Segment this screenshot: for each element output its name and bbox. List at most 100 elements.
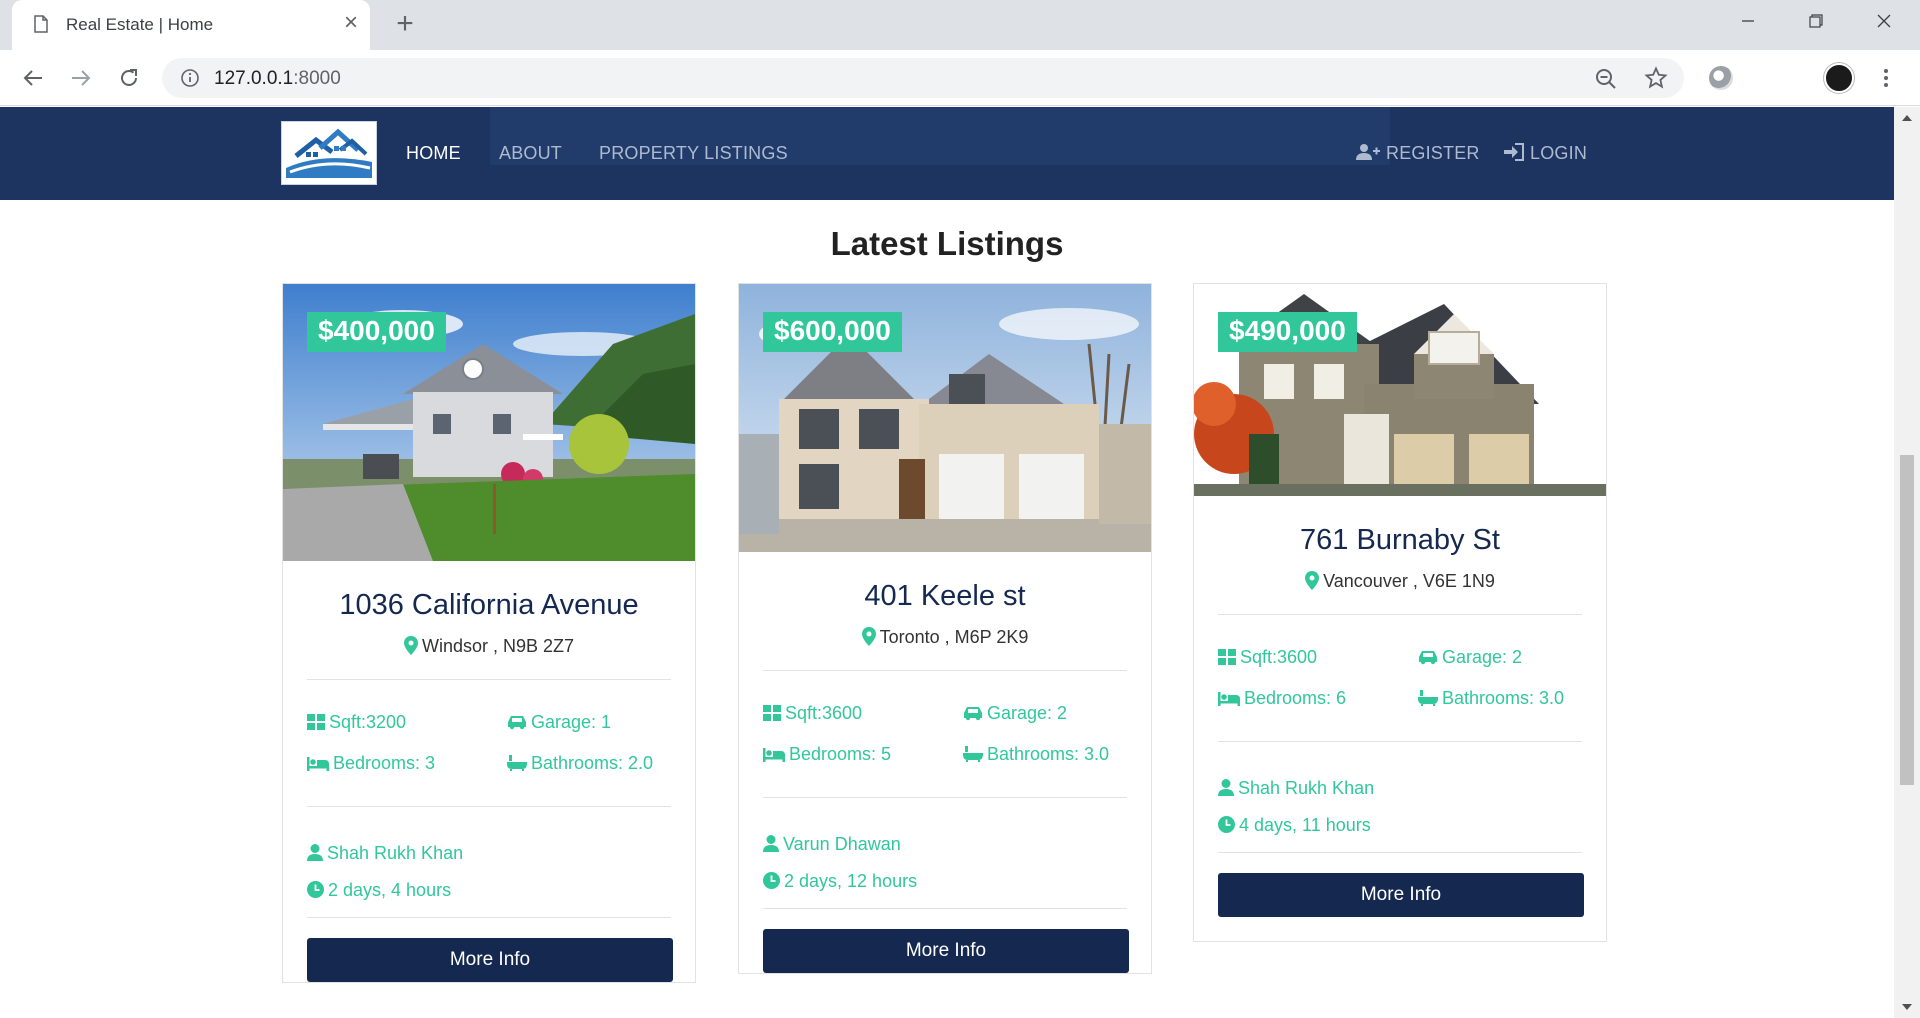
feature-bathrooms: Bathrooms: 3.0 <box>963 744 1133 765</box>
feature-garage-text: Garage: 2 <box>987 703 1068 723</box>
browser-menu-icon[interactable] <box>1874 63 1898 93</box>
page-icon <box>34 15 48 33</box>
feature-garage: Garage: 1 <box>507 712 677 733</box>
site-navbar: HOME ABOUT PROPERTY LISTINGS REGISTER LO… <box>0 107 1894 200</box>
listing-photo: $600,000 <box>739 284 1151 552</box>
feature-sqft: Sqft:3200 <box>307 712 507 733</box>
listing-title[interactable]: 761 Burnaby St <box>1218 524 1582 557</box>
map-marker-icon <box>861 627 876 646</box>
feature-bathrooms: Bathrooms: 2.0 <box>507 753 677 774</box>
listing-features: Sqft:3600 Garage: 2 Bedrooms: 6 Bathroom… <box>1218 647 1582 709</box>
divider <box>307 917 671 918</box>
listing-features: Sqft:3200 Garage: 1 Bedrooms: 3 Bathroom… <box>307 712 671 774</box>
listed-time-text: 2 days, 12 hours <box>784 871 918 891</box>
bookmark-star-icon[interactable] <box>1644 66 1668 90</box>
listing-location-text: Vancouver , V6E 1N9 <box>1323 571 1495 591</box>
clock-icon <box>307 881 324 898</box>
listing-location-text: Windsor , N9B 2Z7 <box>421 636 575 656</box>
car-icon <box>1419 651 1437 665</box>
price-badge: $400,000 <box>307 312 446 352</box>
listing-location: Vancouver , V6E 1N9 <box>1218 571 1582 592</box>
feature-bathrooms-text: Bathrooms: 2.0 <box>531 753 654 773</box>
listing-title[interactable]: 1036 California Avenue <box>307 589 671 622</box>
listing-meta: Varun Dhawan 2 days, 12 hours <box>763 834 1127 892</box>
minimize-icon[interactable] <box>1714 0 1782 42</box>
url-text: 127.0.0.1:8000 <box>214 68 341 90</box>
nav-register[interactable]: REGISTER <box>1356 143 1480 164</box>
nav-register-label: REGISTER <box>1386 143 1480 163</box>
nav-property-listings[interactable]: PROPERTY LISTINGS <box>599 143 788 164</box>
nav-about[interactable]: ABOUT <box>499 143 562 164</box>
listing-title[interactable]: 401 Keele st <box>763 580 1127 613</box>
site-info-icon[interactable] <box>180 68 200 88</box>
tab-close-icon[interactable]: × <box>338 10 364 36</box>
car-icon <box>508 716 526 730</box>
site-logo[interactable] <box>281 121 377 185</box>
th-large-icon <box>307 714 325 730</box>
browser-tab-strip: Real Estate | Home × + <box>0 0 1920 50</box>
feature-sqft: Sqft:3600 <box>1218 647 1418 668</box>
profile-avatar[interactable] <box>1824 63 1854 93</box>
listing-card: $490,000 761 Burnaby St Vancouver , V6E … <box>1193 283 1607 942</box>
scrollbar-thumb[interactable] <box>1900 455 1914 785</box>
more-info-button[interactable]: More Info <box>307 938 673 982</box>
zoom-out-icon[interactable] <box>1594 67 1618 91</box>
address-bar[interactable]: 127.0.0.1:8000 <box>162 58 1684 98</box>
divider <box>1218 614 1582 615</box>
nav-login-label: LOGIN <box>1530 143 1588 163</box>
browser-tab[interactable]: Real Estate | Home × <box>12 0 370 50</box>
listing-meta: Shah Rukh Khan 4 days, 11 hours <box>1218 778 1582 836</box>
divider <box>1218 852 1582 853</box>
feature-bedrooms-text: Bedrooms: 3 <box>333 753 436 773</box>
window-close-icon[interactable] <box>1850 0 1918 42</box>
feature-sqft: Sqft:3600 <box>763 703 963 724</box>
feature-bathrooms-text: Bathrooms: 3.0 <box>987 744 1110 764</box>
more-info-button[interactable]: More Info <box>763 929 1129 973</box>
user-icon <box>307 844 323 861</box>
realtor-name: Varun Dhawan <box>763 834 1127 855</box>
feature-garage-text: Garage: 1 <box>531 712 612 732</box>
page-viewport: HOME ABOUT PROPERTY LISTINGS REGISTER LO… <box>0 107 1894 1018</box>
more-info-button[interactable]: More Info <box>1218 873 1584 917</box>
listing-location-text: Toronto , M6P 2K9 <box>879 627 1029 647</box>
feature-bedrooms-text: Bedrooms: 5 <box>789 744 892 764</box>
realtor-name-text: Shah Rukh Khan <box>1238 778 1375 798</box>
realtor-name: Shah Rukh Khan <box>307 843 671 864</box>
nav-home[interactable]: HOME <box>406 143 461 164</box>
th-large-icon <box>763 705 781 721</box>
listing-card: $400,000 1036 California Avenue Windsor … <box>282 283 696 983</box>
scroll-up-arrow-icon[interactable] <box>1894 107 1920 129</box>
divider <box>307 806 671 807</box>
feature-garage: Garage: 2 <box>963 703 1133 724</box>
realtor-name-text: Shah Rukh Khan <box>327 843 464 863</box>
listed-time-text: 4 days, 11 hours <box>1239 815 1371 835</box>
scroll-down-arrow-icon[interactable] <box>1894 996 1920 1018</box>
feature-bathrooms: Bathrooms: 3.0 <box>1418 688 1588 709</box>
th-large-icon <box>1218 649 1236 665</box>
listed-time: 4 days, 11 hours <box>1218 815 1582 836</box>
listing-photo: $490,000 <box>1194 284 1606 496</box>
forward-arrow-icon[interactable] <box>66 63 96 93</box>
price-badge: $490,000 <box>1218 312 1357 352</box>
divider <box>763 908 1127 909</box>
divider <box>1218 741 1582 742</box>
tab-title: Real Estate | Home <box>66 15 214 34</box>
bath-icon <box>507 755 527 771</box>
feature-bedrooms: Bedrooms: 3 <box>307 753 507 774</box>
section-title: Latest Listings <box>830 225 1064 262</box>
page-scrollbar[interactable] <box>1894 107 1920 1018</box>
back-arrow-icon[interactable] <box>18 63 48 93</box>
restore-icon[interactable] <box>1782 0 1850 42</box>
user-plus-icon <box>1356 144 1380 160</box>
feature-sqft-text: Sqft:3200 <box>329 712 407 732</box>
feature-garage: Garage: 2 <box>1418 647 1588 668</box>
new-tab-icon[interactable]: + <box>390 9 420 39</box>
listing-meta: Shah Rukh Khan 2 days, 4 hours <box>307 843 671 901</box>
extension-icon[interactable] <box>1709 66 1733 90</box>
user-icon <box>1218 779 1234 796</box>
divider <box>307 679 671 680</box>
reload-icon[interactable] <box>114 63 144 93</box>
nav-login[interactable]: LOGIN <box>1504 143 1587 164</box>
feature-bedrooms: Bedrooms: 6 <box>1218 688 1418 709</box>
listed-time: 2 days, 12 hours <box>763 871 1127 892</box>
